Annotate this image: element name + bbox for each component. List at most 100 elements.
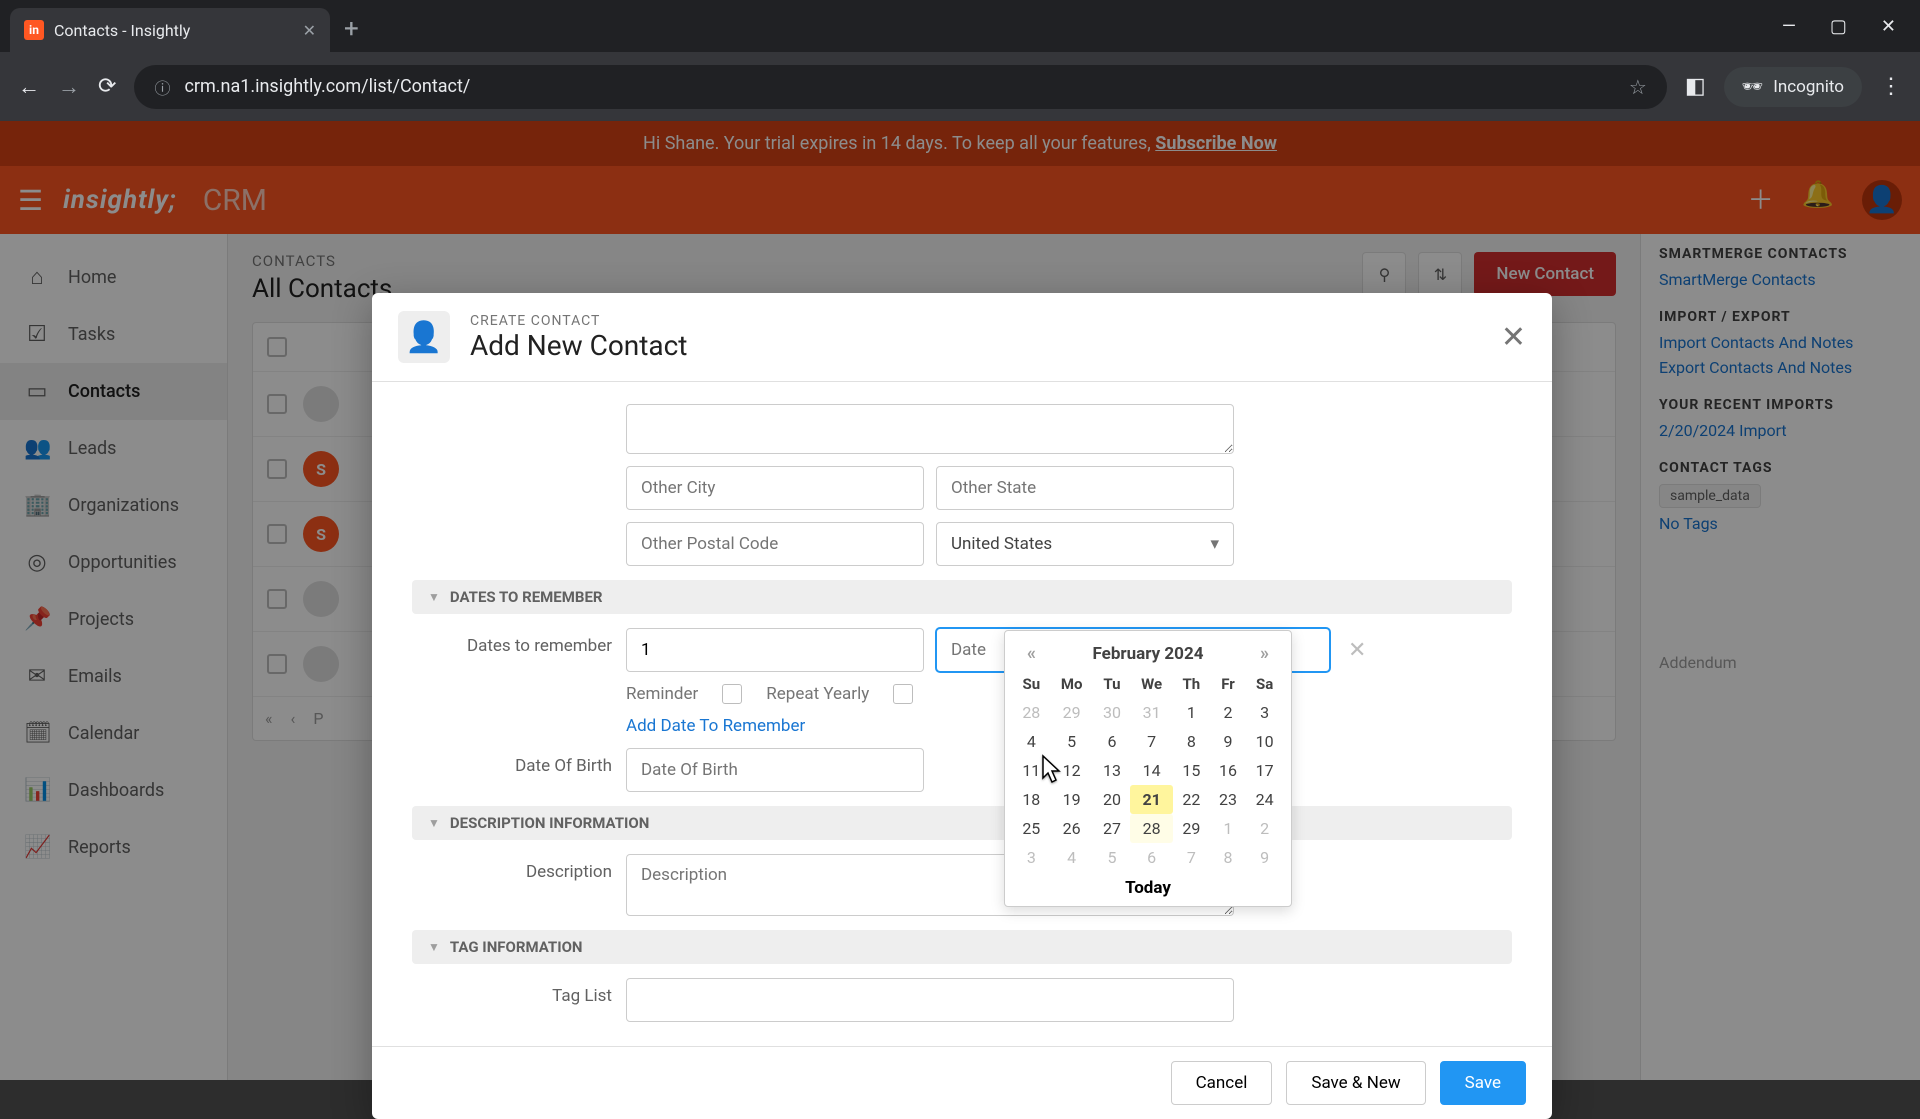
datepicker-day[interactable]: 6 <box>1094 727 1131 756</box>
datepicker-month[interactable]: February 2024 <box>1093 644 1204 664</box>
other-address-textarea[interactable] <box>626 404 1234 454</box>
incognito-badge[interactable]: 🕶 Incognito <box>1724 67 1862 107</box>
datepicker-day[interactable]: 2 <box>1210 698 1247 727</box>
reminder-checkbox[interactable] <box>722 684 742 704</box>
datepicker-day[interactable]: 8 <box>1210 843 1247 872</box>
add-date-link[interactable]: Add Date To Remember <box>626 716 805 736</box>
datepicker-day[interactable]: 3 <box>1013 843 1050 872</box>
browser-tab[interactable]: in Contacts - Insightly ✕ <box>10 8 330 52</box>
favicon-icon: in <box>24 20 44 40</box>
country-select[interactable]: United States▾ <box>936 522 1234 566</box>
nav-reload-icon[interactable]: ⟳ <box>98 74 116 99</box>
datepicker-day[interactable]: 2 <box>1246 814 1283 843</box>
datepicker-day[interactable]: 31 <box>1130 698 1173 727</box>
modal-header: 👤 CREATE CONTACT Add New Contact ✕ <box>372 293 1552 382</box>
datepicker-day[interactable]: 9 <box>1210 727 1247 756</box>
save-button[interactable]: Save <box>1440 1061 1526 1105</box>
address-bar[interactable]: ⓘ crm.na1.insightly.com/list/Contact/ ☆ <box>134 65 1666 109</box>
tag-list-input[interactable] <box>626 978 1234 1022</box>
datepicker-day[interactable]: 30 <box>1094 698 1131 727</box>
datepicker-day[interactable]: 28 <box>1013 698 1050 727</box>
datepicker-day[interactable]: 27 <box>1094 814 1131 843</box>
datepicker-day[interactable]: 23 <box>1210 785 1247 814</box>
datepicker-dow: Tu <box>1094 670 1131 698</box>
other-state-input[interactable] <box>936 466 1234 510</box>
close-window-icon[interactable]: ✕ <box>1881 16 1896 37</box>
date-picker: « February 2024 » SuMoTuWeThFrSa 2829303… <box>1004 630 1292 907</box>
datepicker-dow: Sa <box>1246 670 1283 698</box>
tag-list-label: Tag List <box>412 978 612 1006</box>
save-and-new-button[interactable]: Save & New <box>1286 1061 1425 1105</box>
browser-toolbar: ← → ⟳ ⓘ crm.na1.insightly.com/list/Conta… <box>0 52 1920 121</box>
browser-menu-icon[interactable]: ⋮ <box>1880 74 1902 99</box>
nav-forward-icon[interactable]: → <box>58 74 80 100</box>
datepicker-day[interactable]: 12 <box>1050 756 1094 785</box>
datepicker-day[interactable]: 7 <box>1173 843 1210 872</box>
section-dates[interactable]: ▼DATES TO REMEMBER <box>412 580 1512 614</box>
cancel-button[interactable]: Cancel <box>1171 1061 1273 1105</box>
app-page: Hi Shane. Your trial expires in 14 days.… <box>0 121 1920 1080</box>
bookmark-icon[interactable]: ☆ <box>1629 75 1647 99</box>
datepicker-day[interactable]: 25 <box>1013 814 1050 843</box>
datepicker-day[interactable]: 29 <box>1173 814 1210 843</box>
datepicker-day[interactable]: 28 <box>1130 814 1173 843</box>
datepicker-day[interactable]: 18 <box>1013 785 1050 814</box>
datepicker-day[interactable]: 15 <box>1173 756 1210 785</box>
modal-close-icon[interactable]: ✕ <box>1501 320 1526 355</box>
section-label: TAG INFORMATION <box>450 938 583 956</box>
datepicker-day[interactable]: 1 <box>1173 698 1210 727</box>
datepicker-day[interactable]: 9 <box>1246 843 1283 872</box>
datepicker-day[interactable]: 14 <box>1130 756 1173 785</box>
datepicker-day[interactable]: 4 <box>1050 843 1094 872</box>
reminder-label: Reminder <box>626 684 698 704</box>
datepicker-day[interactable]: 7 <box>1130 727 1173 756</box>
repeat-yearly-label: Repeat Yearly <box>766 684 869 704</box>
datepicker-day[interactable]: 10 <box>1246 727 1283 756</box>
remove-date-icon[interactable]: ✕ <box>1348 638 1366 663</box>
datepicker-day[interactable]: 13 <box>1094 756 1131 785</box>
datepicker-day[interactable]: 3 <box>1246 698 1283 727</box>
new-tab-button[interactable]: + <box>344 14 359 44</box>
datepicker-next-icon[interactable]: » <box>1252 641 1277 666</box>
panel-icon[interactable]: ◧ <box>1685 74 1706 99</box>
dob-input[interactable] <box>626 748 924 792</box>
datepicker-day[interactable]: 6 <box>1130 843 1173 872</box>
datepicker-dow: Fr <box>1210 670 1247 698</box>
datepicker-day[interactable]: 5 <box>1094 843 1131 872</box>
datepicker-day[interactable]: 16 <box>1210 756 1247 785</box>
other-city-input[interactable] <box>626 466 924 510</box>
section-label: DATES TO REMEMBER <box>450 588 603 606</box>
nav-back-icon[interactable]: ← <box>18 74 40 100</box>
datepicker-day[interactable]: 8 <box>1173 727 1210 756</box>
datepicker-dow: Su <box>1013 670 1050 698</box>
datepicker-day[interactable]: 21 <box>1130 785 1173 814</box>
datepicker-day[interactable]: 26 <box>1050 814 1094 843</box>
maximize-icon[interactable]: ▢ <box>1830 16 1847 37</box>
datepicker-day[interactable]: 11 <box>1013 756 1050 785</box>
section-description[interactable]: ▼DESCRIPTION INFORMATION <box>412 806 1512 840</box>
reminder-value-input[interactable] <box>626 628 924 672</box>
datepicker-day[interactable]: 19 <box>1050 785 1094 814</box>
datepicker-day[interactable]: 4 <box>1013 727 1050 756</box>
repeat-yearly-checkbox[interactable] <box>893 684 913 704</box>
datepicker-day[interactable]: 24 <box>1246 785 1283 814</box>
modal-footer: Cancel Save & New Save <box>372 1046 1552 1119</box>
caret-down-icon: ▼ <box>428 816 440 830</box>
datepicker-day[interactable]: 5 <box>1050 727 1094 756</box>
tab-close-icon[interactable]: ✕ <box>303 21 316 40</box>
datepicker-prev-icon[interactable]: « <box>1019 641 1044 666</box>
datepicker-day[interactable]: 1 <box>1210 814 1247 843</box>
section-tags[interactable]: ▼TAG INFORMATION <box>412 930 1512 964</box>
minimize-icon[interactable]: — <box>1782 16 1796 37</box>
datepicker-today-button[interactable]: Today <box>1013 872 1283 902</box>
tab-strip: in Contacts - Insightly ✕ + <box>0 0 1920 52</box>
datepicker-day[interactable]: 20 <box>1094 785 1131 814</box>
modal-body: United States▾ ▼DATES TO REMEMBER Dates … <box>372 382 1552 1046</box>
site-info-icon[interactable]: ⓘ <box>154 75 170 99</box>
datepicker-day[interactable]: 29 <box>1050 698 1094 727</box>
datepicker-day[interactable]: 22 <box>1173 785 1210 814</box>
datepicker-dow: Th <box>1173 670 1210 698</box>
chevron-down-icon: ▾ <box>1210 534 1219 554</box>
other-postal-input[interactable] <box>626 522 924 566</box>
datepicker-day[interactable]: 17 <box>1246 756 1283 785</box>
